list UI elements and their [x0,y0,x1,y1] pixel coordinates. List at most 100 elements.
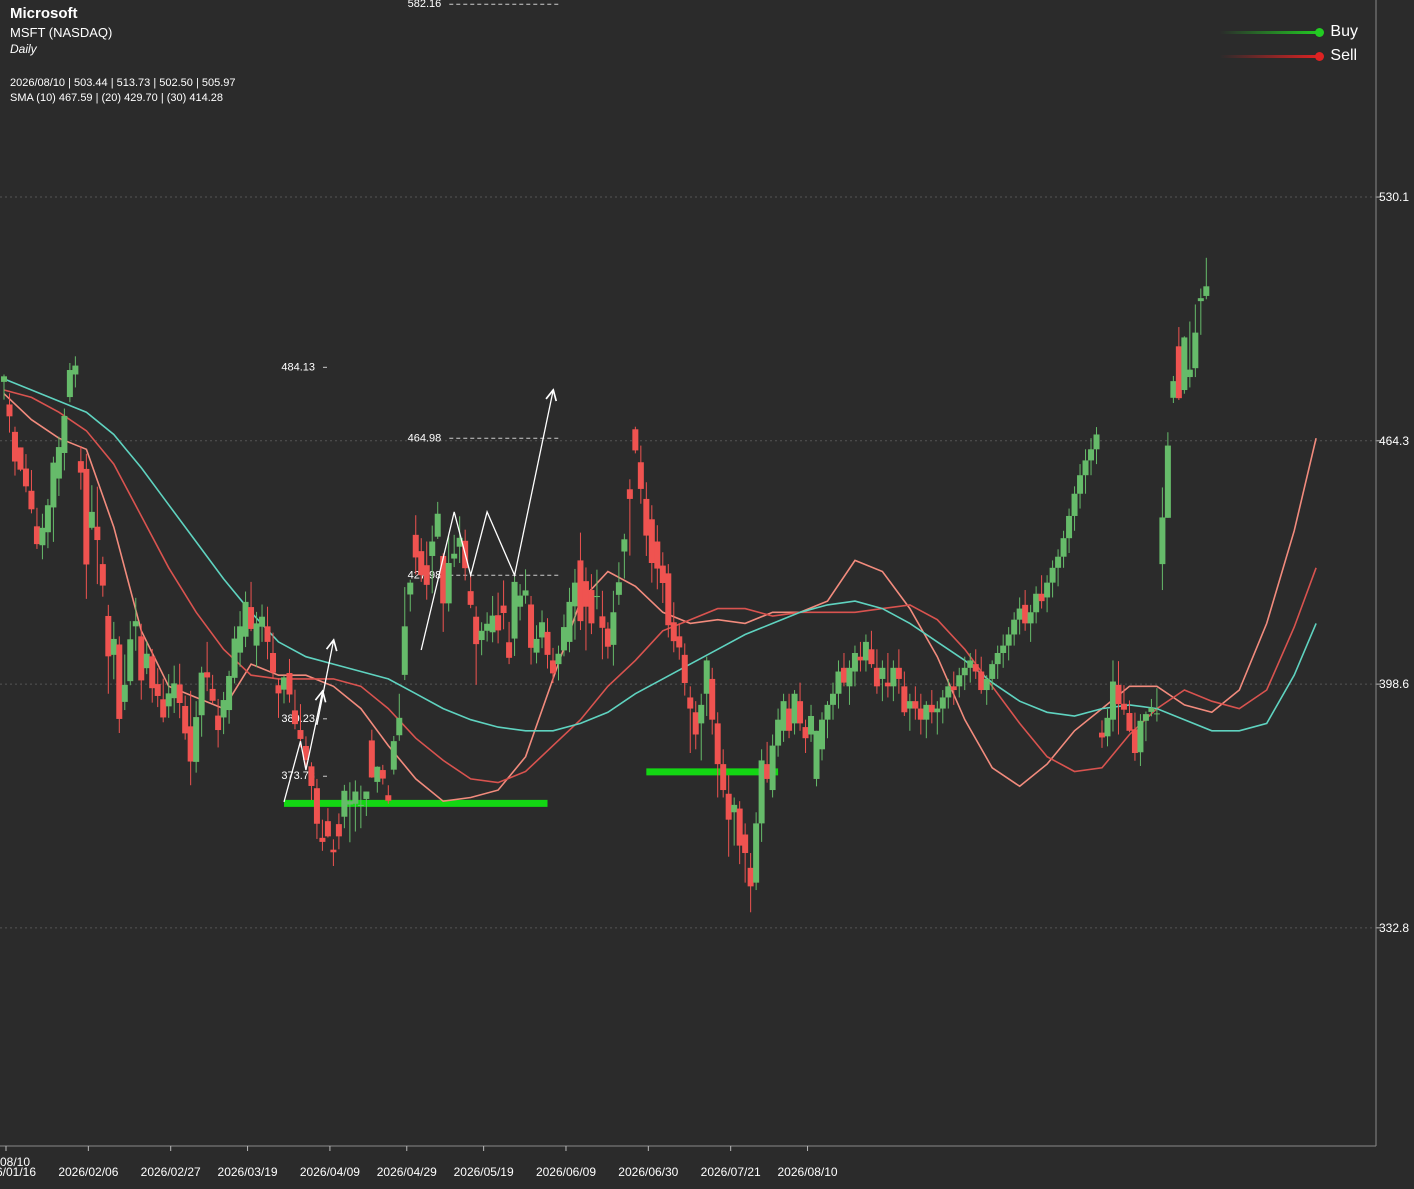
candle-body [39,527,46,546]
candle-body [182,705,189,734]
candle-body [835,671,842,694]
candle-body [983,678,990,691]
candle-body [110,638,117,655]
candle-body [797,701,804,724]
candle-body [692,712,699,735]
candle-body [6,404,13,417]
candle-body [242,601,249,637]
candle-body [928,704,935,713]
price-level-label: 389.23 [281,713,315,725]
candle-body [412,534,419,558]
candle-body [66,370,73,398]
candle-body [1120,703,1127,710]
sell-dot-icon [1315,51,1325,61]
candle-body [829,693,836,705]
sma-line [3,389,1317,784]
candle-body [1126,713,1133,731]
candle-body [939,697,946,709]
candle-body [467,591,474,605]
candle-body [681,654,688,684]
candle-body [819,719,826,750]
candle-body [802,727,809,739]
candle-body [94,526,101,541]
candle-body [209,688,216,701]
candle-body [407,582,414,595]
candle-body [687,697,694,709]
candle-body [1170,381,1177,398]
candle-body [275,685,282,694]
candle-body [1055,556,1062,568]
y-tick-label: 530.1 [1379,190,1409,204]
candles [1,257,1210,913]
candle-body [994,653,1001,665]
candle-body [599,616,606,628]
candle-body [555,653,562,665]
candle-body [434,513,441,537]
candle-body [335,824,342,837]
x-tick-label: 2026/05/19 [454,1165,514,1179]
candle-body [1005,634,1012,646]
candle-body [484,623,491,631]
candle-body [363,791,370,799]
candle-body [846,667,853,687]
candle-body [72,365,79,375]
candle-body [528,604,535,648]
candle-body [77,461,84,473]
candle-body [1203,286,1210,296]
candle-body [742,834,749,854]
candle-body [429,541,436,556]
candle-body [813,730,820,779]
candle-body [259,616,266,627]
candle-body [780,701,787,731]
candle-body [769,745,776,791]
candle-body [786,708,793,731]
period-label: Daily [10,42,37,56]
candle-body [1197,298,1204,302]
candle-body [390,741,397,770]
candle-body [511,581,518,639]
candle-body [341,790,348,817]
legend-item-buy[interactable]: Buy [1220,20,1358,44]
candle-body [379,770,386,779]
candle-body [720,764,727,791]
candle-body [857,656,864,661]
candle-body [824,704,831,720]
candle-body [478,630,485,641]
candle-body [923,704,930,720]
candle-body [313,788,320,824]
candle-body [709,678,716,720]
candle-body [1192,332,1199,369]
candle-body [1093,434,1100,450]
candle-body [385,795,392,801]
candle-body [83,468,90,565]
candle-body [840,667,847,683]
candle-body [1011,619,1018,635]
candle-body [248,607,255,629]
candle-body [901,686,908,713]
candle-body [945,686,952,698]
candle-body [698,704,705,724]
candle-body [127,639,134,682]
candle-body [550,660,556,674]
candle-body [967,660,974,668]
candle-body [654,541,661,569]
candle-body [890,667,897,687]
candle-body [297,730,304,739]
candle-body [149,656,156,689]
candle-body [231,638,238,678]
candle-body [703,660,710,694]
ohlc-readout: 2026/08/10 | 503.44 | 513.73 | 502.50 | … [10,77,236,89]
x-tick-label: 2026/08/10 [778,1165,838,1179]
x-tick-label: 2026/04/09 [300,1165,360,1179]
candle-body [862,641,869,661]
legend-item-sell[interactable]: Sell [1220,44,1358,68]
candle-body [895,667,902,679]
candle-body [1066,515,1073,539]
candle-body [1109,681,1116,720]
candle-body [28,490,35,510]
candle-body [582,581,589,607]
candle-body [747,867,754,887]
candle-body [253,623,260,646]
candle-body [154,684,161,696]
candle-body [138,636,145,681]
